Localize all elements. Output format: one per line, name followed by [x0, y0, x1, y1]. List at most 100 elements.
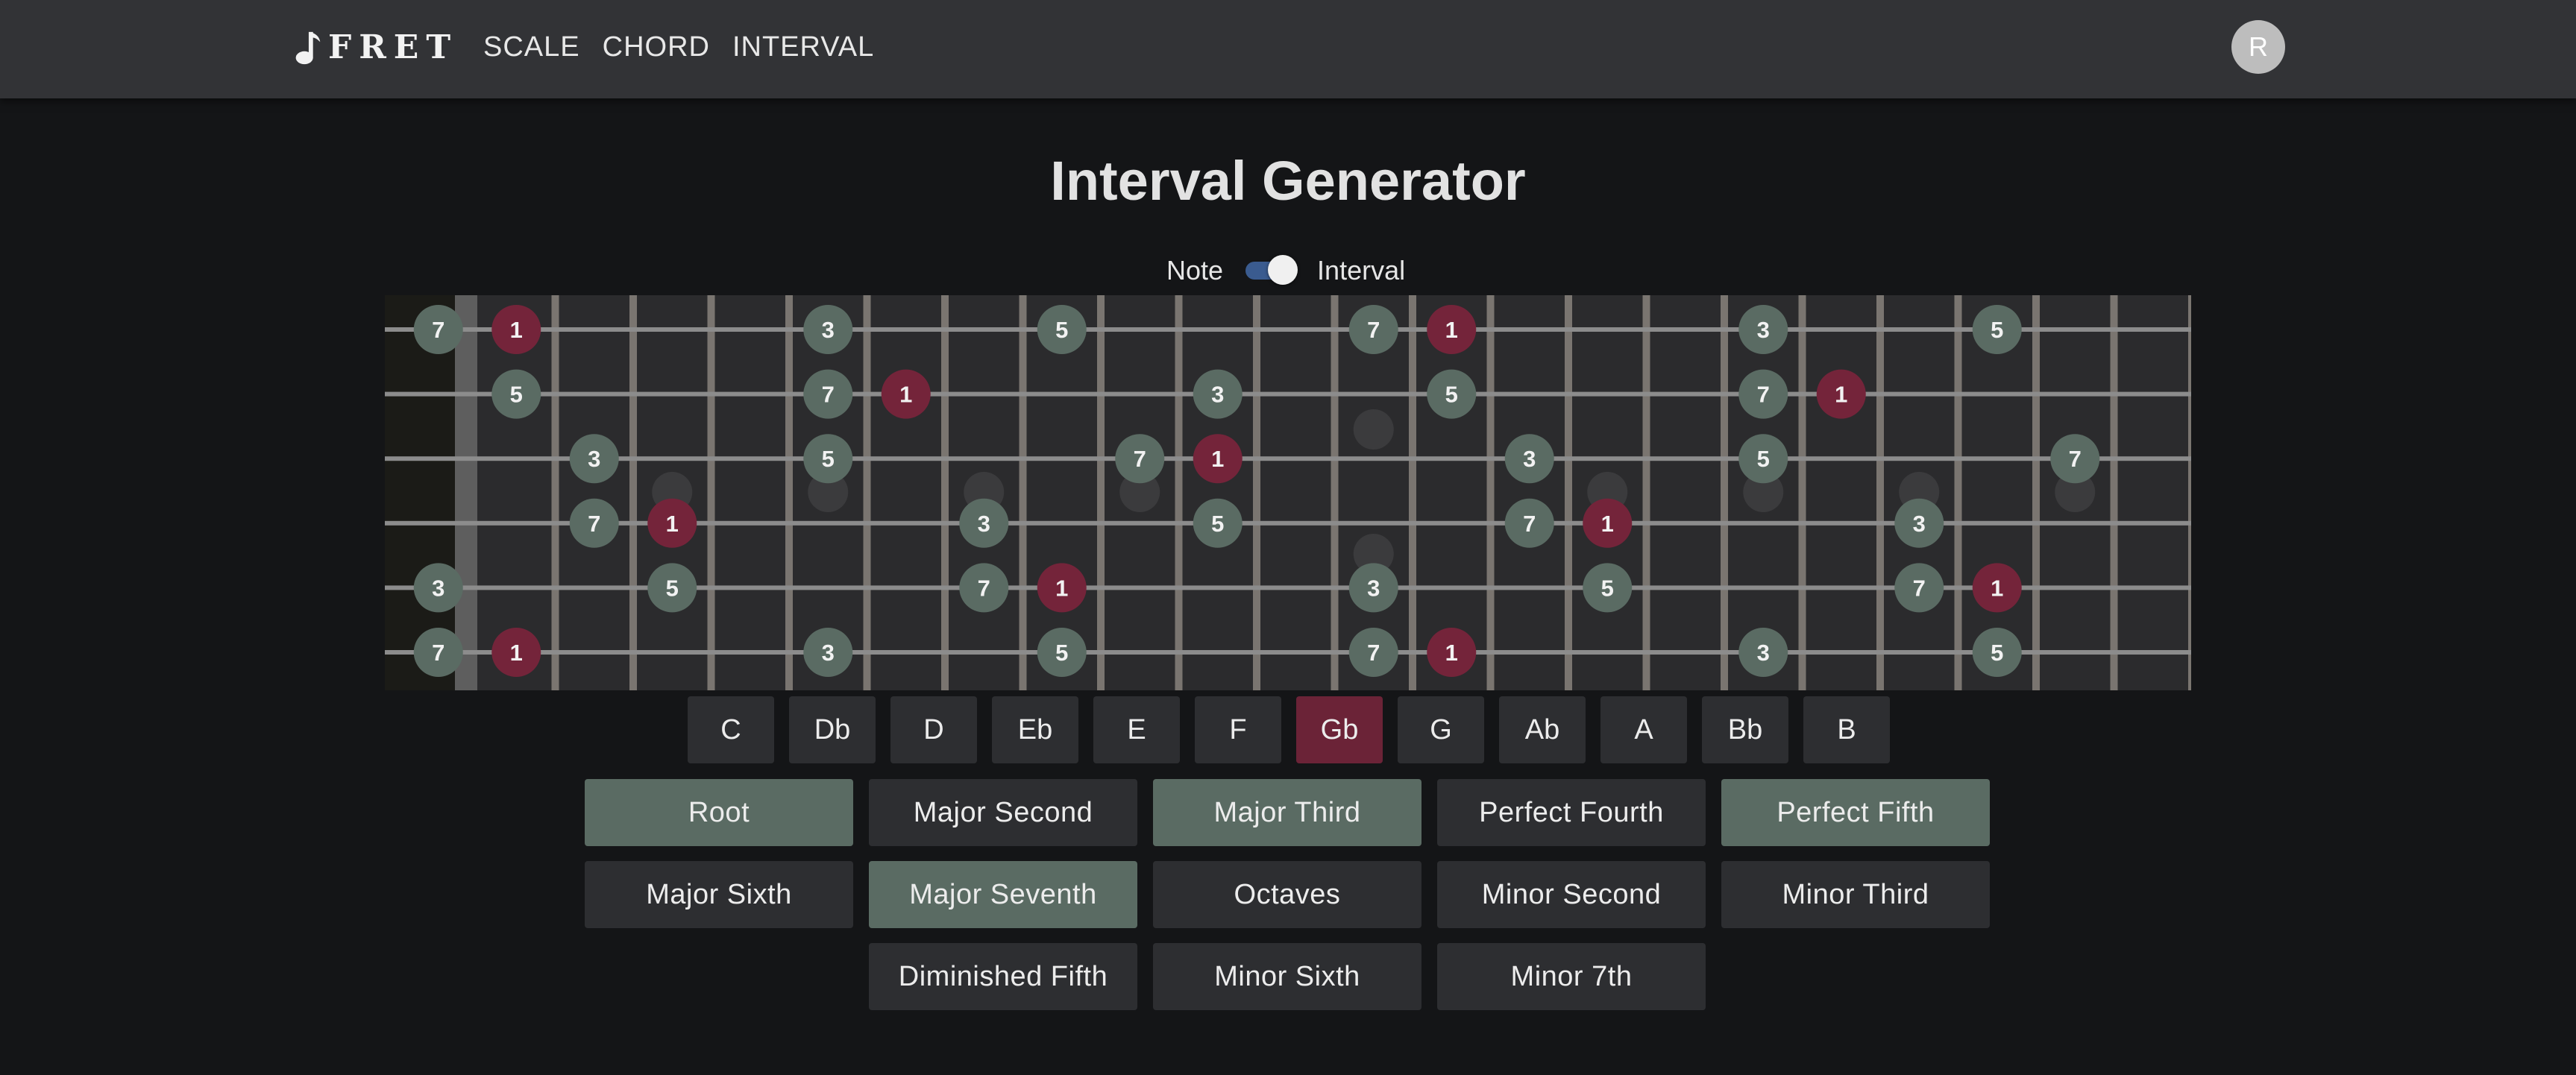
key-button-ab[interactable]: Ab [1499, 696, 1586, 763]
interval-button-diminished-fifth[interactable]: Diminished Fifth [869, 943, 1137, 1010]
key-button-d[interactable]: D [890, 696, 977, 763]
nut [455, 295, 477, 690]
interval-button-minor-7th[interactable]: Minor 7th [1437, 943, 1706, 1010]
fret-wire [863, 295, 871, 690]
fret-wire [1642, 295, 1650, 690]
note-marker-label: 7 [432, 640, 444, 666]
note-marker-label: 5 [1445, 382, 1458, 408]
note-interval-switch[interactable] [1245, 255, 1298, 285]
fret-wire [1954, 295, 1962, 690]
note-marker-label: 7 [1367, 317, 1380, 343]
interval-button-major-third[interactable]: Major Third [1153, 779, 1421, 846]
note-marker-label: 7 [432, 317, 444, 343]
note-marker-label: 7 [1757, 382, 1770, 408]
fret-wire [1331, 295, 1339, 690]
note-marker-label: 3 [1757, 640, 1770, 666]
note-marker-label: 1 [1445, 640, 1458, 666]
page-title: Interval Generator [1050, 150, 1526, 212]
app-logo[interactable]: FRET [292, 28, 458, 66]
fret-inlay-dot [1353, 409, 1394, 450]
note-marker-label: 3 [822, 317, 835, 343]
key-button-bb[interactable]: Bb [1702, 696, 1788, 763]
note-marker-label: 3 [822, 640, 835, 666]
key-button-eb[interactable]: Eb [992, 696, 1078, 763]
note-marker-label: 3 [588, 446, 600, 472]
note-marker-label: 5 [1055, 317, 1068, 343]
interval-button-minor-second[interactable]: Minor Second [1437, 861, 1706, 928]
fret-wire [1175, 295, 1183, 690]
nav-chord-link[interactable]: CHORD [603, 28, 710, 66]
note-marker-label: 5 [1757, 446, 1770, 472]
logo-text: FRET [328, 28, 459, 66]
interval-button-root[interactable]: Root [585, 779, 853, 846]
key-button-db[interactable]: Db [789, 696, 876, 763]
guitar-string [385, 456, 2191, 461]
interval-button-perfect-fifth[interactable]: Perfect Fifth [1721, 779, 1990, 846]
user-avatar[interactable]: R [2231, 20, 2285, 74]
note-marker-label: 5 [666, 575, 679, 601]
note-marker-label: 1 [899, 382, 912, 408]
fret-wire [551, 295, 559, 690]
interval-button-major-seventh[interactable]: Major Seventh [869, 861, 1137, 928]
nav-interval-link[interactable]: INTERVAL [732, 28, 874, 66]
fret-wire [2032, 295, 2040, 690]
note-marker-label: 3 [1367, 575, 1380, 601]
note-marker-label: 7 [822, 382, 835, 408]
guitar-string [385, 650, 2191, 655]
display-mode-toggle: Note Interval [1166, 252, 1405, 289]
note-marker-label: 7 [588, 511, 600, 537]
fret-wire [1486, 295, 1495, 690]
note-marker-label: 1 [666, 511, 679, 537]
switch-knob[interactable] [1268, 255, 1298, 285]
key-button-e[interactable]: E [1093, 696, 1180, 763]
music-note-icon [295, 31, 321, 64]
top-navigation-bar: FRET SCALE CHORD INTERVAL R [0, 0, 2576, 98]
note-marker-label: 3 [1523, 446, 1536, 472]
guitar-string [385, 327, 2191, 332]
note-marker-label: 5 [1601, 575, 1614, 601]
interval-button-major-second[interactable]: Major Second [869, 779, 1137, 846]
interval-button-octaves[interactable]: Octaves [1153, 861, 1421, 928]
fret-wire [1565, 295, 1572, 690]
interval-button-perfect-fourth[interactable]: Perfect Fourth [1437, 779, 1706, 846]
note-marker-label: 1 [1835, 382, 1847, 408]
note-marker-label: 1 [1211, 446, 1224, 472]
note-marker-label: 5 [822, 446, 835, 472]
interval-button-minor-sixth[interactable]: Minor Sixth [1153, 943, 1421, 1010]
note-marker-label: 1 [1055, 575, 1068, 601]
note-marker-label: 5 [510, 382, 523, 408]
key-button-b[interactable]: B [1803, 696, 1890, 763]
key-button-a[interactable]: A [1600, 696, 1687, 763]
key-button-f[interactable]: F [1195, 696, 1281, 763]
fret-wire [1019, 295, 1027, 690]
interval-selector: Root Major Second Major Third Perfect Fo… [444, 779, 2130, 1010]
fret-wire [1876, 295, 1884, 690]
fret-wire [2110, 295, 2118, 690]
note-marker-label: 5 [1991, 317, 2003, 343]
note-marker-label: 3 [1757, 317, 1770, 343]
fret-wire [629, 295, 637, 690]
key-button-gb[interactable]: Gb [1296, 696, 1383, 763]
fret-wire [2188, 295, 2191, 690]
note-marker-label: 5 [1991, 640, 2003, 666]
main-nav: SCALE CHORD INTERVAL [483, 28, 874, 66]
key-button-g[interactable]: G [1398, 696, 1484, 763]
note-marker-label: 3 [978, 511, 990, 537]
interval-button-major-sixth[interactable]: Major Sixth [585, 861, 853, 928]
note-marker-label: 1 [510, 640, 523, 666]
key-selector: C Db D Eb E F Gb G Ab A Bb B [688, 696, 1890, 763]
fret-wire [707, 295, 715, 690]
fret-wire [1253, 295, 1260, 690]
note-marker-label: 7 [2069, 446, 2082, 472]
nav-scale-link[interactable]: SCALE [483, 28, 580, 66]
note-marker-label: 5 [1211, 511, 1224, 537]
interval-button-minor-third[interactable]: Minor Third [1721, 861, 1990, 928]
key-button-c[interactable]: C [688, 696, 774, 763]
note-marker-label: 1 [510, 317, 523, 343]
note-marker-label: 3 [1913, 511, 1926, 537]
note-marker-label: 1 [1991, 575, 2003, 601]
fret-wire [1798, 295, 1806, 690]
fret-wire [1409, 295, 1416, 690]
guitar-string [385, 391, 2191, 397]
fret-wire [1097, 295, 1105, 690]
